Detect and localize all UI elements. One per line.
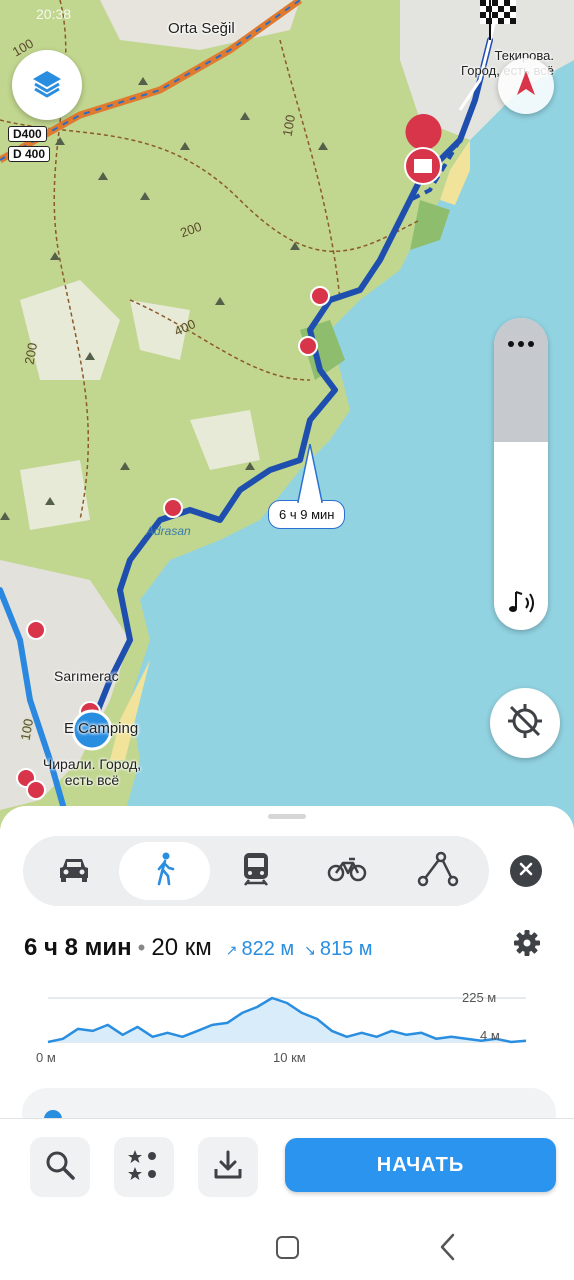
- route-distance: 20 км: [151, 934, 212, 961]
- car-icon: [57, 855, 91, 888]
- route-settings-button[interactable]: [512, 928, 542, 963]
- transport-mode-selector: [23, 836, 489, 906]
- route-descent: 815 м: [319, 938, 373, 960]
- bay-label: Adrasan: [146, 524, 191, 538]
- close-route-button[interactable]: [510, 855, 542, 887]
- gps-off-icon: [505, 701, 545, 746]
- back-nav-icon[interactable]: [438, 1232, 458, 1267]
- start-button-label: НАЧАТЬ: [376, 1153, 465, 1176]
- profile-x-mid: 10 км: [273, 1050, 306, 1065]
- road-shield: D 400: [8, 146, 51, 162]
- place-label-line: Чирали. Город,: [42, 756, 142, 772]
- mode-transit-button[interactable]: [210, 842, 301, 900]
- place-label: Чирали. Город, есть всё: [38, 756, 146, 788]
- close-icon: [519, 862, 533, 881]
- app-root: 20:38 Orta Seğil Текирова. Город, есть в…: [0, 0, 574, 1280]
- place-label: E Camping: [64, 720, 139, 737]
- mode-car-button[interactable]: [28, 842, 119, 900]
- route-summary: 6 ч 8 мин • 20 км ↗ 822 м ↘ 815 м: [24, 934, 373, 964]
- start-navigation-button[interactable]: НАЧАТЬ: [285, 1138, 556, 1192]
- profile-x-start: 0 м: [36, 1050, 56, 1065]
- train-icon: [241, 851, 271, 892]
- sound-icon[interactable]: [506, 588, 538, 623]
- favorites-button[interactable]: [114, 1137, 174, 1197]
- map-view[interactable]: 20:38 Orta Seğil Текирова. Город, есть в…: [0, 0, 574, 833]
- profile-max-label: 225 м: [462, 990, 497, 1005]
- gear-icon: [512, 930, 542, 962]
- system-nav-bar: [0, 1216, 574, 1280]
- bubble-pointer: [297, 444, 323, 504]
- mode-walk-button[interactable]: [119, 842, 211, 900]
- menu-dots-icon[interactable]: [506, 336, 536, 354]
- gps-button[interactable]: [490, 688, 560, 758]
- compass-icon: [513, 69, 539, 104]
- bike-icon: [327, 855, 367, 888]
- status-time: 20:38: [36, 6, 72, 22]
- search-button[interactable]: [30, 1137, 90, 1197]
- summary-separator: •: [137, 935, 146, 960]
- walk-icon: [154, 852, 176, 891]
- route-duration: 6 ч 8 мин: [24, 934, 132, 961]
- descent-icon: ↘: [304, 942, 316, 958]
- ascent-icon: ↗: [225, 942, 238, 958]
- compass-button[interactable]: [498, 58, 554, 114]
- route-duration-text: 6 ч 9 мин: [279, 507, 335, 522]
- ruler-route-icon: [417, 851, 459, 892]
- place-label: Orta Seğil: [168, 20, 235, 37]
- mode-bike-button[interactable]: [302, 842, 393, 900]
- place-label: Sarımerac: [54, 668, 119, 684]
- route-sheet: 6 ч 8 мин • 20 км ↗ 822 м ↘ 815 м 225 м …: [0, 806, 574, 1280]
- home-nav-icon[interactable]: [276, 1236, 299, 1259]
- mode-ruler-button[interactable]: [393, 842, 484, 900]
- profile-area: [48, 998, 526, 1042]
- stars-icon: [126, 1147, 162, 1188]
- road-shield: D400: [8, 126, 47, 142]
- route-ascent: 822 м: [241, 938, 295, 960]
- bottom-toolbar: НАЧАТЬ: [0, 1118, 574, 1216]
- map-side-panel[interactable]: [494, 318, 548, 630]
- elevation-profile[interactable]: 225 м 4 м 0 м 10 км: [0, 974, 574, 1074]
- layers-icon: [27, 63, 67, 108]
- place-label-line: есть всё: [64, 772, 120, 788]
- download-icon: [212, 1149, 244, 1186]
- download-button[interactable]: [198, 1137, 258, 1197]
- layers-button[interactable]: [12, 50, 82, 120]
- route-duration-bubble[interactable]: 6 ч 9 мин: [268, 500, 346, 529]
- search-icon: [44, 1149, 76, 1186]
- profile-min-label: 4 м: [480, 1028, 500, 1043]
- sheet-drag-handle[interactable]: [268, 814, 306, 819]
